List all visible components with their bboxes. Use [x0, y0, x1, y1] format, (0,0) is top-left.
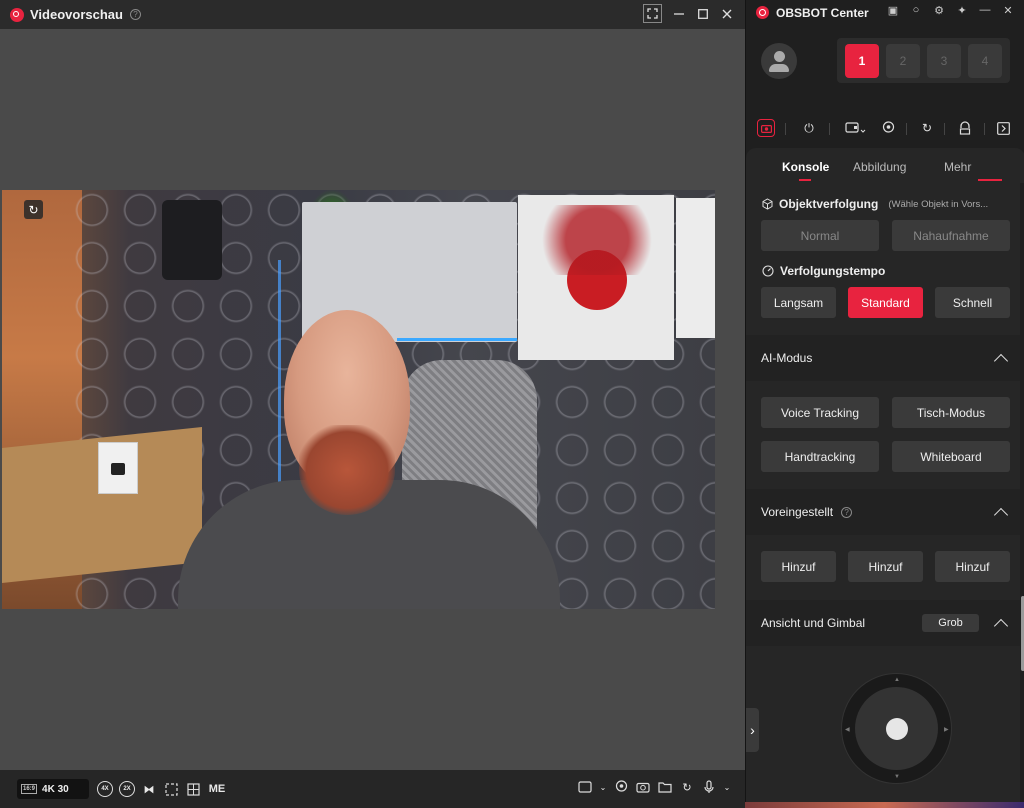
device-slot-4[interactable]: 4: [968, 43, 1002, 78]
close-button[interactable]: [717, 3, 737, 25]
desktop-strip: [745, 802, 1024, 808]
minimize-button[interactable]: [669, 3, 689, 25]
zoom-2x-icon[interactable]: 2X: [119, 781, 135, 797]
preview-bottom-bar: 16:9 4K 30 4X 2X ⧓ ME ⌄ ↻ ⌄: [0, 770, 745, 808]
camera-toolbar: ⏻ ↻: [746, 115, 1024, 141]
tracking-hint: (Wähle Objekt in Vors...: [888, 198, 989, 210]
desk-mode-button[interactable]: Tisch-Modus: [892, 397, 1010, 428]
collapse-panel-icon[interactable]: [994, 119, 1012, 137]
expand-sidebar-button[interactable]: ›: [746, 708, 759, 752]
grid-icon[interactable]: [185, 781, 201, 797]
presets-header[interactable]: Voreingestellt ?: [746, 489, 1020, 535]
webcam-icon[interactable]: [613, 779, 629, 795]
ai-mode-title: AI-Modus: [761, 351, 813, 365]
avatar[interactable]: [761, 43, 797, 79]
chevron-up-icon[interactable]: [993, 618, 1009, 634]
record-icon[interactable]: ○: [909, 4, 923, 17]
resolution-badge[interactable]: 16:9 4K 30: [17, 779, 89, 799]
gear-icon[interactable]: ⚙: [932, 4, 946, 17]
reset-gimbal-icon[interactable]: ↻: [918, 119, 936, 137]
zoom-4x-icon[interactable]: 4X: [97, 781, 113, 797]
cube-icon: [762, 198, 773, 210]
chevron-down-icon[interactable]: ⌄: [599, 779, 607, 795]
preset-add-button-2[interactable]: Hinzuf: [848, 551, 923, 582]
obsbot-logo-icon: [10, 7, 24, 22]
speed-fast-button[interactable]: Schnell: [935, 287, 1010, 318]
preset-add-button-1[interactable]: Hinzuf: [761, 551, 836, 582]
preview-titlebar: Videovorschau ?: [0, 0, 745, 29]
maximize-button[interactable]: [693, 3, 713, 25]
mirror-icon[interactable]: ⧓: [141, 781, 157, 797]
pin-icon[interactable]: ✦: [955, 4, 969, 17]
voice-tracking-button[interactable]: Voice Tracking: [761, 397, 879, 428]
video-mode-icon[interactable]: [843, 119, 869, 137]
gimbal-speed-toggle[interactable]: Grob: [922, 614, 979, 632]
aspect-ratio-label: 16:9: [21, 784, 38, 794]
speed-label: Verfolgungstempo: [780, 264, 886, 278]
device-slot-2[interactable]: 2: [886, 43, 920, 78]
refresh-view-icon[interactable]: ↻: [24, 200, 43, 219]
tracking-closeup-button[interactable]: Nahaufnahme: [892, 220, 1010, 251]
tracking-label: Objektverfolgung: [779, 197, 879, 211]
product-box: [98, 442, 138, 494]
chevron-up-icon[interactable]: [993, 353, 1009, 369]
speed-slow-button[interactable]: Langsam: [761, 287, 836, 318]
gimbal-joystick[interactable]: ▲ ▼ ◀ ▶: [841, 673, 952, 784]
camera-icon[interactable]: [757, 119, 775, 137]
whiteboard-button[interactable]: Whiteboard: [892, 441, 1010, 472]
help-icon[interactable]: ?: [841, 506, 853, 518]
gimbal-title: Ansicht und Gimbal: [761, 616, 866, 630]
obsbot-logo-icon: [756, 6, 769, 19]
close-button[interactable]: ✕: [1001, 4, 1015, 17]
fullscreen-icon[interactable]: [643, 4, 662, 23]
tab-abbildung[interactable]: Abbildung: [853, 160, 906, 174]
webcam-icon[interactable]: [879, 119, 897, 137]
gimbal-knob[interactable]: [886, 718, 908, 740]
panel-titlebar: OBSBOT Center ▣ ○ ⚙ ✦ — ✕: [746, 0, 1024, 25]
privacy-icon[interactable]: [956, 119, 974, 137]
preset-add-button-3[interactable]: Hinzuf: [935, 551, 1010, 582]
compact-view-icon[interactable]: ▣: [886, 4, 900, 17]
panel-title: OBSBOT Center: [776, 5, 869, 20]
gimbal-header[interactable]: Ansicht und Gimbal Grob: [746, 600, 1020, 646]
panel-tabs: Konsole Abbildung Mehr: [746, 148, 1024, 183]
microphone-icon[interactable]: [701, 779, 717, 795]
tab-konsole[interactable]: Konsole: [782, 160, 829, 174]
tracking-heading: Objektverfolgung (Wähle Objekt in Vors..…: [762, 197, 988, 211]
tracking-normal-button[interactable]: Normal: [761, 220, 879, 251]
preview-title: Videovorschau: [30, 7, 123, 22]
ai-mode-header[interactable]: AI-Modus: [746, 335, 1020, 381]
video-feed[interactable]: [2, 190, 715, 609]
speed-heading: Verfolgungstempo: [762, 264, 885, 278]
device-selector: 1 2 3 4: [837, 38, 1010, 83]
ai-frame-icon[interactable]: [163, 781, 179, 797]
video-source-icon[interactable]: [577, 779, 593, 795]
help-icon[interactable]: ?: [129, 9, 141, 20]
folder-icon[interactable]: [657, 779, 673, 795]
presets-title: Voreingestellt: [761, 505, 834, 519]
me-mode-button[interactable]: ME: [207, 781, 227, 797]
reset-icon[interactable]: ↻: [679, 779, 695, 795]
hand-tracking-button[interactable]: Handtracking: [761, 441, 879, 472]
tab-mehr[interactable]: Mehr: [944, 160, 971, 174]
speedometer-icon: [762, 265, 774, 277]
minimize-button[interactable]: —: [978, 4, 992, 17]
device-slot-3[interactable]: 3: [927, 43, 961, 78]
chevron-down-icon[interactable]: ⌄: [723, 779, 731, 795]
snapshot-icon[interactable]: [635, 779, 651, 795]
speed-standard-button[interactable]: Standard: [848, 287, 923, 318]
resolution-label: 4K 30: [42, 783, 69, 795]
preview-window: Videovorschau ? ↻ 16:9 4K 30 4X 2X ⧓ ME …: [0, 0, 745, 808]
device-slot-1[interactable]: 1: [845, 43, 879, 78]
chevron-up-icon[interactable]: [993, 507, 1009, 523]
control-panel: OBSBOT Center ▣ ○ ⚙ ✦ — ✕ 1 2 3 4 ⏻ ↻ Ko…: [745, 0, 1024, 808]
power-icon[interactable]: ⏻: [800, 119, 818, 137]
